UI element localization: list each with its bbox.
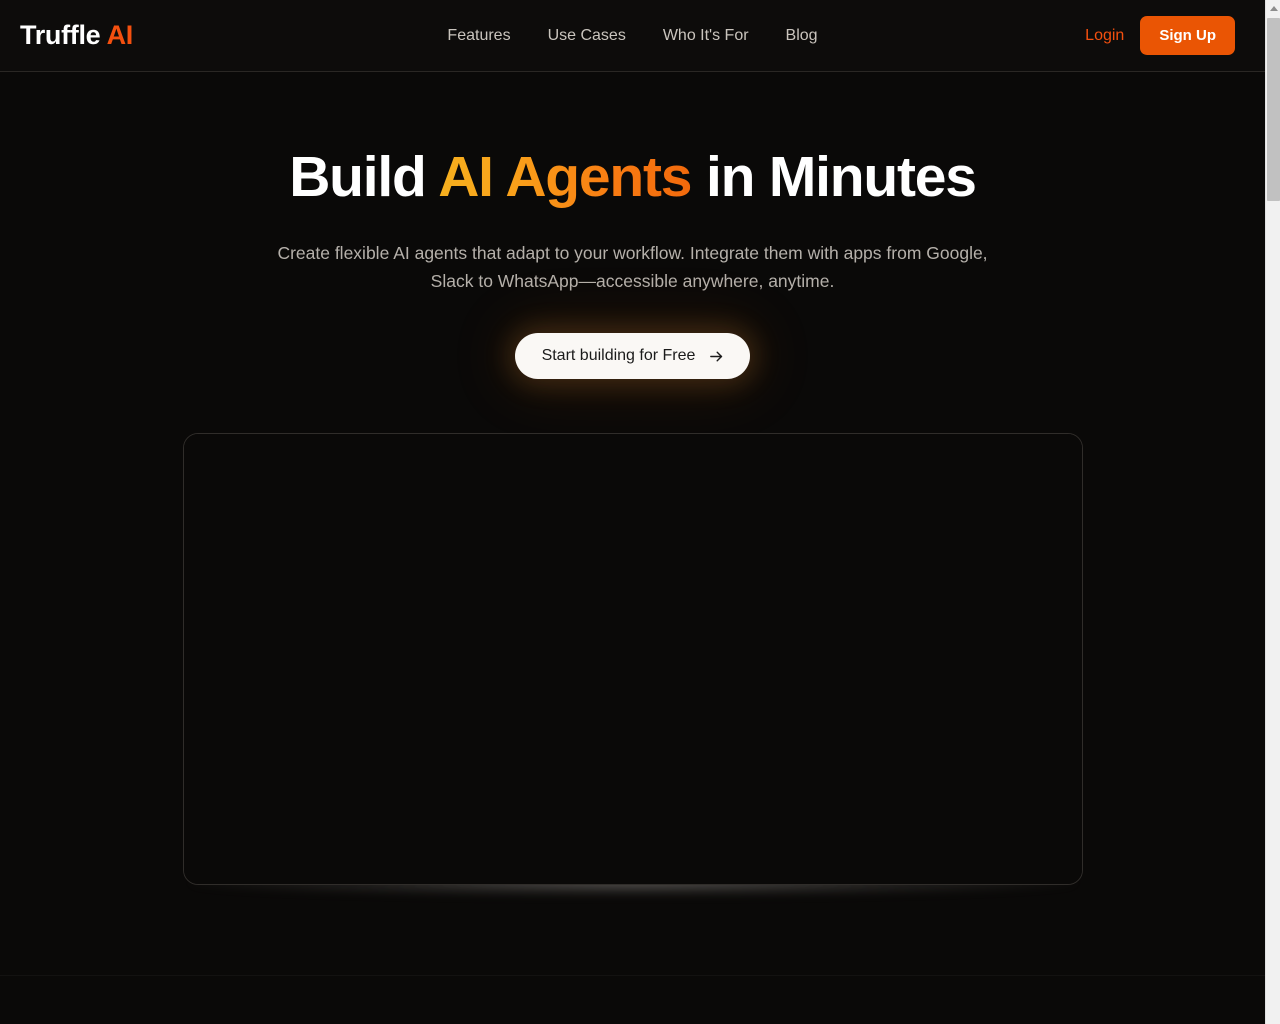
hero-title-pre: Build	[289, 145, 439, 209]
nav-item-who-its-for[interactable]: Who It's For	[663, 27, 749, 45]
demo-preview-wrapper	[182, 433, 1083, 896]
demo-video-surface[interactable]	[183, 434, 1082, 885]
hero-title-post: in Minutes	[691, 145, 977, 209]
logo-word: Truffle	[20, 20, 101, 50]
nav-item-features[interactable]: Features	[447, 27, 510, 45]
hero-title: Build AI Agents in Minutes	[0, 146, 1265, 209]
hero-cta-wrapper: Start building for Free	[0, 333, 1265, 380]
hero-title-accent: AI Agents	[438, 145, 692, 209]
hero-subtitle: Create flexible AI agents that adapt to …	[277, 242, 988, 292]
vertical-scrollbar[interactable]	[1265, 0, 1280, 1024]
main-navigation: Features Use Cases Who It's For Blog	[447, 27, 817, 45]
header-actions: Login Sign Up	[1085, 16, 1245, 55]
start-building-button[interactable]: Start building for Free	[514, 333, 751, 380]
page-content: Truffle AI Features Use Cases Who It's F…	[0, 0, 1265, 1024]
features-section: Build, deploy and manage your AI	[0, 975, 1265, 1024]
start-building-label: Start building for Free	[541, 347, 696, 365]
browser-viewport: Truffle AI Features Use Cases Who It's F…	[0, 0, 1280, 1024]
arrow-right-icon	[708, 348, 725, 365]
site-header: Truffle AI Features Use Cases Who It's F…	[0, 0, 1265, 72]
sign-up-button[interactable]: Sign Up	[1140, 16, 1235, 55]
nav-item-use-cases[interactable]: Use Cases	[548, 27, 626, 45]
logo-ai: AI	[106, 20, 134, 50]
caret-up-icon[interactable]	[1266, 0, 1280, 16]
logo[interactable]: Truffle AI	[20, 20, 133, 51]
scrollbar-thumb[interactable]	[1267, 18, 1280, 201]
login-link[interactable]: Login	[1085, 27, 1124, 45]
demo-video-frame[interactable]	[182, 433, 1083, 886]
hero-section: Build AI Agents in Minutes Create flexib…	[0, 72, 1265, 896]
nav-item-blog[interactable]: Blog	[786, 27, 818, 45]
